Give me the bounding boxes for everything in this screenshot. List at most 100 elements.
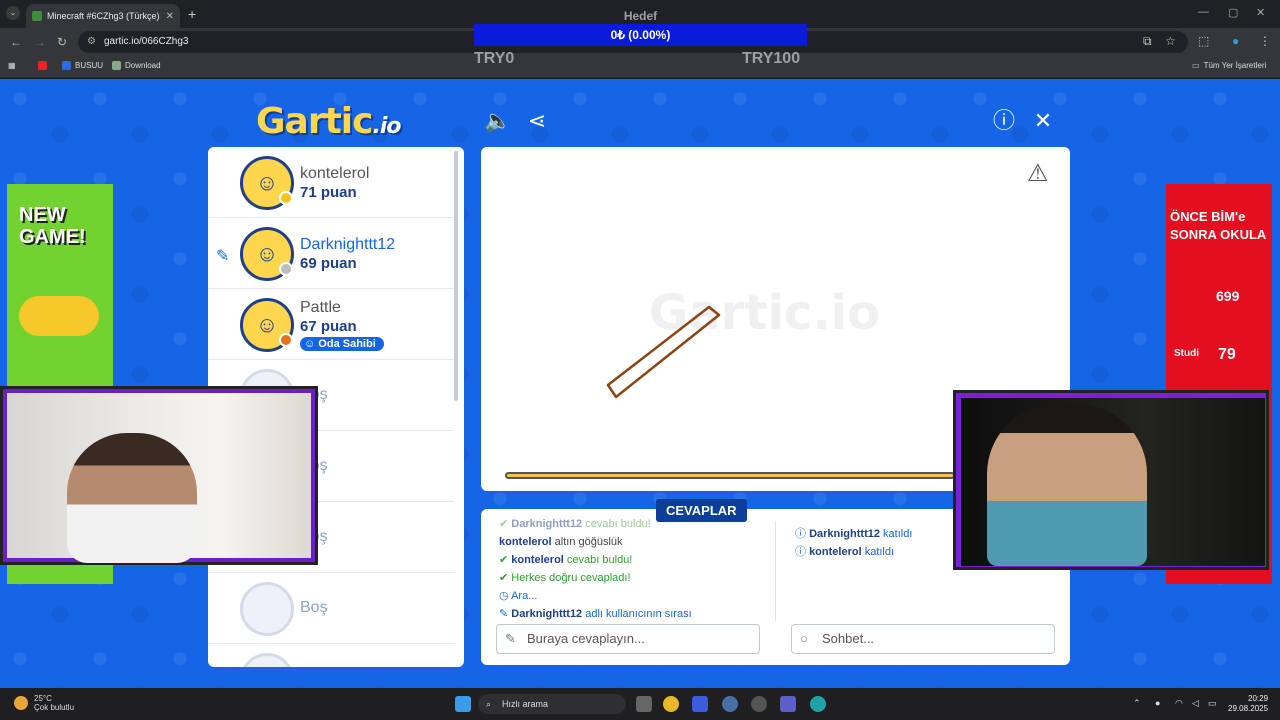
empty-slot[interactable]: [208, 644, 454, 667]
answer-line: ✎ Darknighttt12 adlı kullanıcının sırası: [499, 608, 692, 620]
tray-expand-icon[interactable]: ⌃: [1133, 698, 1141, 709]
empty-slot[interactable]: Boş: [208, 573, 454, 644]
info-icon[interactable]: ⓘ: [990, 107, 1018, 135]
all-bookmarks[interactable]: ▭ Tüm Yer İşaretleri: [1192, 61, 1266, 70]
empty-avatar: [240, 582, 294, 636]
date: 29.08.2025: [1228, 704, 1269, 713]
answers-tag: CEVAPLAR: [656, 499, 747, 522]
goal-value: 0₺ (0.00%): [610, 28, 671, 42]
ad-text: NEW GAME!: [19, 204, 86, 248]
timer-bar: [505, 472, 955, 479]
task-view-icon[interactable]: [636, 696, 652, 712]
profile-icon[interactable]: ●: [1232, 34, 1239, 48]
pencil-icon: ✎: [499, 608, 512, 620]
taskbar-search[interactable]: ⌕ Hızlı arama: [478, 694, 626, 714]
weather-widget[interactable]: 25°C Çok bulutlu: [14, 694, 74, 712]
webcam-right: [953, 390, 1269, 570]
answer-line: kontelerol altın göğüslük: [499, 536, 623, 548]
browser-tab[interactable]: Minecraft #6CZhg3 (Türkçe) - G ✕: [26, 4, 180, 28]
folder-icon: [112, 61, 121, 70]
goal-max: TRY100: [742, 50, 801, 67]
chat-log: ⓘ Darknighttt12 katıldı ⓘ kontelerol kat…: [795, 525, 912, 561]
streamer-image: [67, 433, 197, 563]
all-bookmarks-label: Tüm Yer İşaretleri: [1203, 61, 1267, 70]
clock-icon: ◷: [499, 590, 512, 602]
sound-icon[interactable]: 🔈: [484, 107, 512, 135]
info-icon: ⓘ: [795, 546, 810, 558]
avatar: ☺: [240, 227, 294, 281]
player-row[interactable]: ✎ ☺ Darknighttt12 69 puan: [208, 218, 454, 289]
clock[interactable]: 20:29 29.08.2025: [1228, 694, 1268, 714]
bookmark-download[interactable]: Download: [112, 61, 161, 70]
empty-avatar: [240, 653, 294, 667]
close-room-icon[interactable]: ✕: [1029, 107, 1057, 135]
edge-icon[interactable]: [810, 696, 826, 712]
answer-input[interactable]: ✎ Buraya cevaplayın...: [496, 624, 760, 654]
forward-icon[interactable]: →: [34, 35, 46, 49]
reload-icon[interactable]: ↻: [57, 35, 67, 49]
app-icon[interactable]: [751, 696, 767, 712]
battery-icon[interactable]: ▭: [1208, 698, 1217, 709]
search-icon: ⌕: [486, 699, 492, 709]
player-name: Pattle: [300, 299, 341, 316]
ad-character-image: [19, 296, 99, 336]
bookmark-star-icon[interactable]: ☆: [1165, 34, 1176, 48]
minimize-icon[interactable]: —: [1198, 6, 1209, 18]
smiley-icon: ☺: [255, 312, 279, 337]
chat-line: ⓘ Darknighttt12 katıldı: [795, 528, 913, 540]
bookmark-youtube[interactable]: [38, 61, 47, 70]
folder-icon: ▭: [1192, 61, 1200, 70]
start-icon[interactable]: [455, 696, 471, 712]
status-dot: [279, 262, 293, 276]
player-list-scrollbar[interactable]: [454, 151, 458, 401]
settings-icon[interactable]: [722, 696, 738, 712]
bookmarks-bar: ▦ BUSUU Download ▭ Tüm Yer İşaretleri: [0, 56, 1280, 78]
microphone-icon[interactable]: ●: [1155, 698, 1160, 708]
wifi-icon[interactable]: ◠: [1175, 698, 1183, 709]
url-text: gartic.io/066CZhg3: [104, 36, 189, 47]
player-row[interactable]: ☺ kontelerol 71 puan: [208, 147, 454, 218]
window-close-icon[interactable]: ✕: [1256, 6, 1265, 19]
chat-input[interactable]: ○ Sohbet...: [791, 624, 1055, 654]
search-label: Hızlı arama: [502, 699, 549, 709]
smiley-icon: ☺: [255, 241, 279, 266]
goal-min: TRY0: [474, 50, 515, 67]
tab-search-icon[interactable]: ⌄: [6, 6, 20, 20]
apps-icon[interactable]: ▦: [8, 61, 16, 70]
player-row[interactable]: ☺ Pattle 67 puan ☺ Oda Sahibi: [208, 289, 454, 360]
install-icon[interactable]: ⧉: [1143, 34, 1152, 49]
avatar: ☺: [240, 156, 294, 210]
tab-title: Minecraft #6CZhg3 (Türkçe) - G: [47, 11, 161, 21]
ad-text: ÖNCE BİM'e SONRA OKULA: [1170, 209, 1267, 242]
new-tab-icon[interactable]: +: [188, 6, 196, 22]
ad-price: 699: [1216, 288, 1240, 304]
answers-log: ✔ Darknighttt12 cevabı buldu! kontelerol…: [499, 515, 759, 623]
check-icon: ✔: [499, 554, 512, 566]
answer-placeholder: Buraya cevaplayın...: [527, 631, 645, 646]
site-info-icon[interactable]: ⚙: [87, 31, 96, 53]
player-name: Darknighttt12: [300, 236, 396, 253]
tab-close-icon[interactable]: ✕: [166, 11, 174, 22]
teams-icon[interactable]: [780, 696, 796, 712]
share-icon[interactable]: ⋖: [523, 107, 551, 135]
weather-text: Çok bulutlu: [34, 703, 75, 712]
avatar: ☺: [240, 298, 294, 352]
chat-bubble-icon: ○: [800, 631, 808, 646]
extensions-icon[interactable]: ⬚: [1198, 34, 1209, 48]
check-icon: ✔: [499, 572, 512, 584]
info-icon: ⓘ: [795, 528, 810, 540]
player-score: 67 puan: [300, 318, 357, 335]
taskbar: 25°C Çok bulutlu ⌕ Hızlı arama ⌃ ● ◠ ◁ ▭ 2…: [0, 688, 1280, 720]
ad-price: 79: [1218, 346, 1236, 363]
maximize-icon[interactable]: ▢: [1228, 6, 1238, 19]
smiley-icon: ☺: [255, 170, 279, 195]
chrome-icon[interactable]: [663, 696, 679, 712]
room-owner-badge: ☺ Oda Sahibi: [300, 337, 384, 351]
bookmark-label: Download: [125, 61, 161, 70]
menu-icon[interactable]: ⋮: [1259, 34, 1271, 48]
volume-icon[interactable]: ◁: [1192, 698, 1199, 709]
app-icon[interactable]: [692, 696, 708, 712]
back-icon[interactable]: ←: [10, 35, 22, 49]
player-name: kontelerol: [300, 165, 370, 182]
bookmark-busuu[interactable]: BUSUU: [62, 61, 103, 70]
